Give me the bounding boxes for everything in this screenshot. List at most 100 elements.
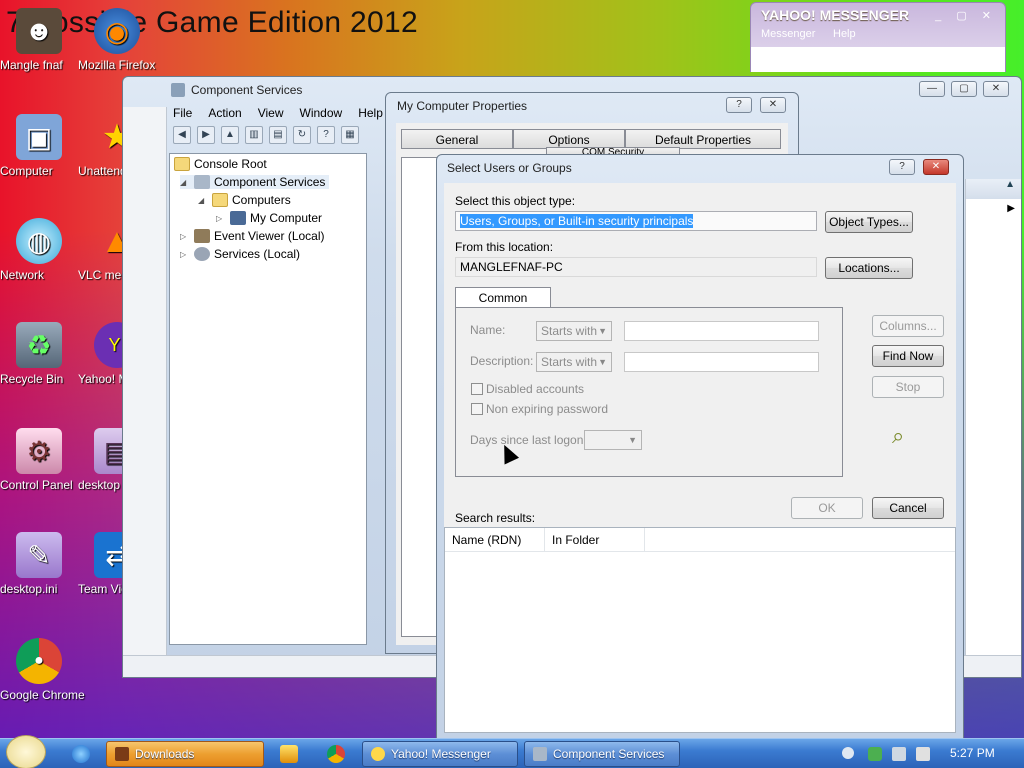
non-expiring-checkbox bbox=[471, 403, 483, 415]
select-users-dialog[interactable]: Select Users or Groups ? ✕ Select this o… bbox=[436, 154, 964, 740]
firefox-icon: ◉ bbox=[94, 8, 140, 54]
tree-item-component-services[interactable]: ◢ Component Services bbox=[180, 175, 330, 189]
desktop-icon-network[interactable]: ◍ Network bbox=[0, 218, 78, 282]
name-label: Name: bbox=[470, 323, 506, 337]
object-type-field[interactable]: Users, Groups, or Built-in security prin… bbox=[455, 211, 817, 231]
menu-file[interactable]: File bbox=[173, 106, 192, 120]
help-button[interactable]: ? bbox=[889, 159, 915, 175]
chevron-down-icon: ▼ bbox=[598, 357, 607, 367]
tree-item-services[interactable]: ▷ Services (Local) bbox=[180, 247, 300, 261]
menu-action[interactable]: Action bbox=[208, 106, 241, 120]
help-button[interactable]: ? bbox=[726, 97, 752, 113]
help-icon[interactable]: ? bbox=[317, 126, 335, 144]
yahoo-menu-help[interactable]: Help bbox=[833, 28, 856, 40]
menu-help[interactable]: Help bbox=[358, 106, 383, 120]
object-type-value: Users, Groups, or Built-in security prin… bbox=[460, 214, 694, 228]
action-center-icon[interactable] bbox=[868, 747, 882, 761]
description-label: Description: bbox=[470, 354, 534, 368]
desktop-icon-mangle[interactable]: ☻ Mangle fnaf bbox=[0, 8, 78, 72]
search-results-list[interactable]: Name (RDN) In Folder bbox=[444, 527, 956, 733]
collapse-arrow-icon[interactable]: ▷ bbox=[180, 250, 190, 259]
show-tree-icon[interactable]: ▥ bbox=[245, 126, 263, 144]
taskbar-item-yahoo[interactable]: Yahoo! Messenger bbox=[362, 741, 518, 767]
tree-item-my-computer[interactable]: ▷ My Computer bbox=[216, 211, 322, 225]
results-header: Name (RDN) In Folder bbox=[445, 528, 955, 552]
volume-muted-icon[interactable] bbox=[916, 747, 930, 761]
taskbar-item-component-services[interactable]: Component Services bbox=[524, 741, 680, 767]
yahoo-window-controls[interactable]: _ ▢ ✕ bbox=[935, 9, 997, 22]
tab-general[interactable]: General bbox=[401, 129, 513, 149]
properties-icon[interactable]: ▦ bbox=[341, 126, 359, 144]
tab-common-queries[interactable]: Common Queries bbox=[455, 287, 551, 325]
location-field: MANGLEFNAF-PC bbox=[455, 257, 817, 277]
minimize-button[interactable]: — bbox=[919, 81, 945, 97]
computer-icon: ▣ bbox=[16, 114, 62, 160]
back-arrow-icon[interactable]: ◀ bbox=[173, 126, 191, 144]
actions-collapse-icon[interactable]: ▲ bbox=[966, 179, 1021, 199]
tree-item-console-root[interactable]: Console Root bbox=[174, 157, 267, 171]
network-tray-icon[interactable] bbox=[892, 747, 906, 761]
desktop-icon-firefox[interactable]: ◉ Mozilla Firefox bbox=[78, 8, 156, 72]
collapse-arrow-icon[interactable]: ▷ bbox=[180, 232, 190, 241]
yahoo-icon bbox=[371, 747, 385, 761]
search-magnifier-icon: ⌕ bbox=[892, 423, 905, 448]
internet-explorer-icon[interactable] bbox=[72, 745, 90, 763]
menu-window[interactable]: Window bbox=[300, 106, 343, 120]
expand-arrow-icon[interactable]: ◢ bbox=[180, 178, 190, 187]
export-list-icon[interactable]: ▤ bbox=[269, 126, 287, 144]
up-folder-icon[interactable]: ▲ bbox=[221, 126, 239, 144]
forward-arrow-icon[interactable]: ▶ bbox=[197, 126, 215, 144]
close-button[interactable]: ✕ bbox=[760, 97, 786, 113]
network-icon: ◍ bbox=[16, 218, 62, 264]
desktop-icon-desktop-ini[interactable]: ✎ desktop.ini bbox=[0, 532, 78, 596]
maximize-button[interactable]: ▢ bbox=[951, 81, 977, 97]
chrome-icon[interactable] bbox=[327, 745, 345, 763]
select-users-body: Select this object type: Users, Groups, … bbox=[444, 183, 956, 733]
description-mode-select: Starts with ▼ bbox=[536, 352, 612, 372]
folder-icon bbox=[115, 747, 129, 761]
column-header-name[interactable]: Name (RDN) bbox=[445, 528, 545, 552]
desktop-icon-control-panel[interactable]: ⚙ Control Panel bbox=[0, 428, 78, 492]
desktop-icon-recycle-bin[interactable]: ♻ Recycle Bin bbox=[0, 322, 78, 386]
object-types-button[interactable]: Object Types... bbox=[825, 211, 913, 233]
days-since-logon-select: ▼ bbox=[584, 430, 642, 450]
refresh-icon[interactable]: ↻ bbox=[293, 126, 311, 144]
yahoo-menu-messenger[interactable]: Messenger bbox=[761, 28, 815, 40]
select-users-title: Select Users or Groups bbox=[447, 161, 572, 175]
yahoo-title: YAHOO! MESSENGER bbox=[761, 7, 910, 23]
tree-item-event-viewer[interactable]: ▷ Event Viewer (Local) bbox=[180, 229, 325, 243]
non-expiring-label: Non expiring password bbox=[486, 402, 609, 416]
chrome-icon: ● bbox=[16, 638, 62, 684]
start-button[interactable] bbox=[6, 735, 46, 768]
name-mode-select: Starts with ▼ bbox=[536, 321, 612, 341]
cancel-button[interactable]: Cancel bbox=[872, 497, 944, 519]
disabled-accounts-checkbox bbox=[471, 383, 483, 395]
media-player-icon[interactable] bbox=[280, 745, 298, 763]
tab-options[interactable]: Options bbox=[513, 129, 625, 149]
taskbar: Downloads Yahoo! Messenger Component Ser… bbox=[0, 735, 1024, 768]
tray-expand-icon[interactable] bbox=[842, 747, 854, 759]
component-services-icon bbox=[194, 175, 210, 189]
search-results-label: Search results: bbox=[455, 511, 536, 525]
yahoo-messenger-window[interactable]: YAHOO! MESSENGER _ ▢ ✕ Messenger Help bbox=[750, 2, 1006, 72]
settings-file-icon: ✎ bbox=[16, 532, 62, 578]
taskbar-item-downloads[interactable]: Downloads bbox=[106, 741, 264, 767]
collapse-arrow-icon[interactable]: ▷ bbox=[216, 214, 226, 223]
description-input bbox=[624, 352, 819, 372]
close-button[interactable]: ✕ bbox=[923, 159, 949, 175]
clock[interactable]: 5:27 PM bbox=[950, 746, 995, 760]
desktop-icon-chrome[interactable]: ● Google Chrome bbox=[0, 638, 85, 702]
actions-more-icon[interactable]: ▶ bbox=[966, 203, 1021, 214]
close-button[interactable]: ✕ bbox=[983, 81, 1009, 97]
column-header-folder[interactable]: In Folder bbox=[545, 528, 645, 552]
tab-default-properties[interactable]: Default Properties bbox=[625, 129, 781, 149]
desktop-icon-computer[interactable]: ▣ Computer bbox=[0, 114, 78, 178]
menu-view[interactable]: View bbox=[258, 106, 284, 120]
days-since-logon-label: Days since last logon: bbox=[470, 433, 587, 447]
name-input bbox=[624, 321, 819, 341]
find-now-button[interactable]: Find Now bbox=[872, 345, 944, 367]
locations-button[interactable]: Locations... bbox=[825, 257, 913, 279]
stop-button: Stop bbox=[872, 376, 944, 398]
expand-arrow-icon[interactable]: ◢ bbox=[198, 196, 208, 205]
tree-item-computers[interactable]: ◢ Computers bbox=[198, 193, 291, 207]
